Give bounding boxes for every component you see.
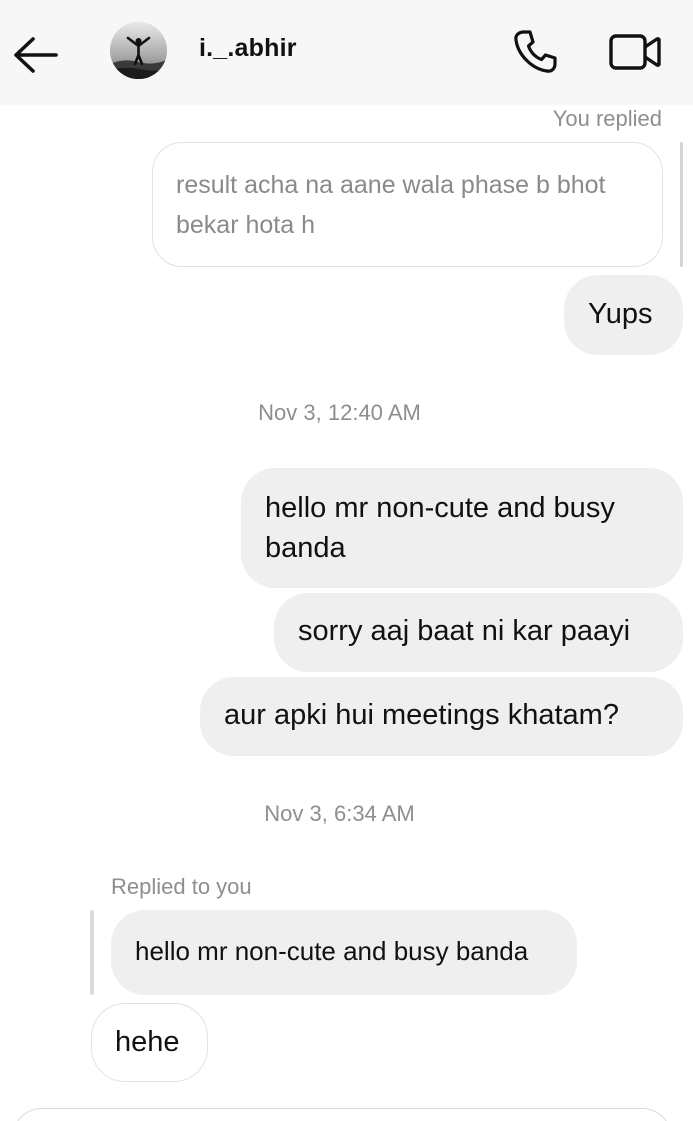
scrollbar[interactable] — [680, 142, 683, 267]
reply-indicator-bar — [90, 910, 94, 995]
back-button[interactable] — [8, 28, 62, 82]
video-camera-icon — [609, 34, 661, 70]
phone-icon — [514, 30, 557, 73]
chat-header: i._.abhir — [0, 0, 693, 105]
incoming-message[interactable]: hehe — [91, 1003, 208, 1082]
outgoing-message[interactable]: aur apki hui meetings khatam? — [200, 677, 683, 756]
message-composer[interactable] — [12, 1108, 672, 1121]
outgoing-message[interactable]: sorry aaj baat ni kar paayi — [274, 593, 683, 672]
chat-username[interactable]: i._.abhir — [199, 34, 297, 63]
timestamp: Nov 3, 12:40 AM — [258, 400, 421, 425]
outgoing-message-yups[interactable]: Yups — [564, 275, 683, 355]
avatar[interactable] — [110, 22, 167, 79]
video-call-button[interactable] — [606, 25, 664, 79]
quoted-reply-outgoing[interactable]: result acha na aane wala phase b bhot be… — [152, 142, 663, 267]
timestamp: Nov 3, 6:34 AM — [264, 801, 415, 826]
outgoing-message[interactable]: hello mr non-cute and busy banda — [241, 468, 683, 588]
replied-to-you-label: Replied to you — [111, 874, 252, 899]
voice-call-button[interactable] — [508, 25, 562, 79]
chat-screen: i._.abhir You replied result acha na aan… — [0, 0, 693, 1121]
you-replied-label: You replied — [552, 106, 662, 131]
profile-photo — [110, 22, 167, 79]
quoted-reply-incoming[interactable]: hello mr non-cute and busy banda — [111, 910, 577, 995]
arrow-left-icon — [14, 37, 58, 73]
